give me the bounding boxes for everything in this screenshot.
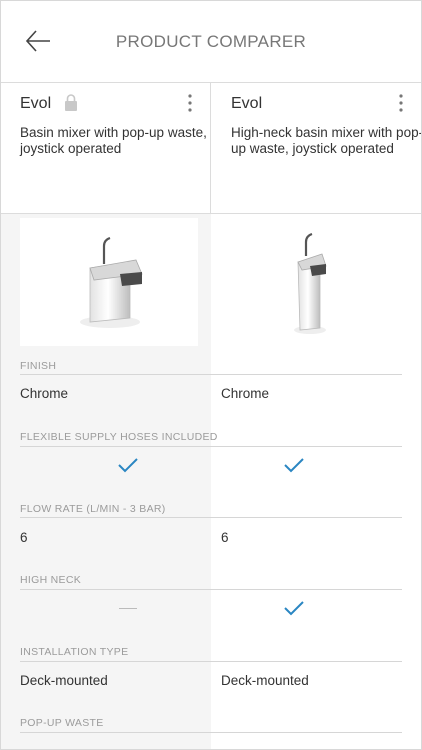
more-options-icon[interactable] (182, 93, 198, 113)
product-cards: Evol Basin mixer with pop-up waste, joys… (0, 83, 422, 214)
product-card-1[interactable]: Evol Basin mixer with pop-up waste, joys… (0, 83, 211, 213)
not-included-dash (119, 608, 137, 609)
page-title: PRODUCT COMPARER (115, 32, 307, 51)
spec-label-supply-hoses: FLEXIBLE SUPPLY HOSES INCLUDED (20, 431, 218, 443)
lock-icon (65, 94, 77, 111)
checkmark-icon (284, 601, 304, 616)
checkmark-icon (284, 458, 304, 473)
checkmark-icon (118, 458, 138, 473)
divider (20, 446, 402, 447)
divider (20, 589, 402, 590)
spec-label-flow-rate: FLOW RATE (L/MIN - 3 BAR) (20, 503, 166, 515)
installation-type-value-2: Deck-mounted (221, 673, 309, 688)
product-description: High-neck basin mixer with pop-up waste,… (231, 125, 422, 156)
divider (20, 374, 402, 375)
finish-value-2: Chrome (221, 386, 270, 401)
product-image-2 (222, 218, 402, 346)
product-description: Basin mixer with pop-up waste, joystick … (20, 125, 207, 156)
divider (20, 732, 402, 733)
high-neck-mixer-image (294, 232, 327, 334)
flow-rate-value-1: 6 (20, 530, 28, 545)
divider (20, 661, 402, 662)
spec-label-pop-up-waste: POP-UP WASTE (20, 717, 104, 729)
product-card-2[interactable]: Evol High-neck basin mixer with pop-up w… (211, 83, 422, 213)
spec-label-finish: FINISH (20, 360, 57, 372)
product-name: Evol (231, 95, 263, 112)
product-image-1 (20, 218, 198, 346)
app-header: PRODUCT COMPARER (0, 0, 422, 83)
spec-label-installation-type: INSTALLATION TYPE (20, 646, 129, 658)
divider (20, 517, 402, 518)
more-options-icon[interactable] (393, 93, 409, 113)
spec-label-high-neck: HIGH NECK (20, 574, 82, 586)
finish-value-1: Chrome (20, 386, 69, 401)
product-name: Evol (20, 95, 52, 112)
flow-rate-value-2: 6 (221, 530, 229, 545)
installation-type-value-1: Deck-mounted (20, 673, 108, 688)
basin-mixer-image (80, 236, 143, 328)
